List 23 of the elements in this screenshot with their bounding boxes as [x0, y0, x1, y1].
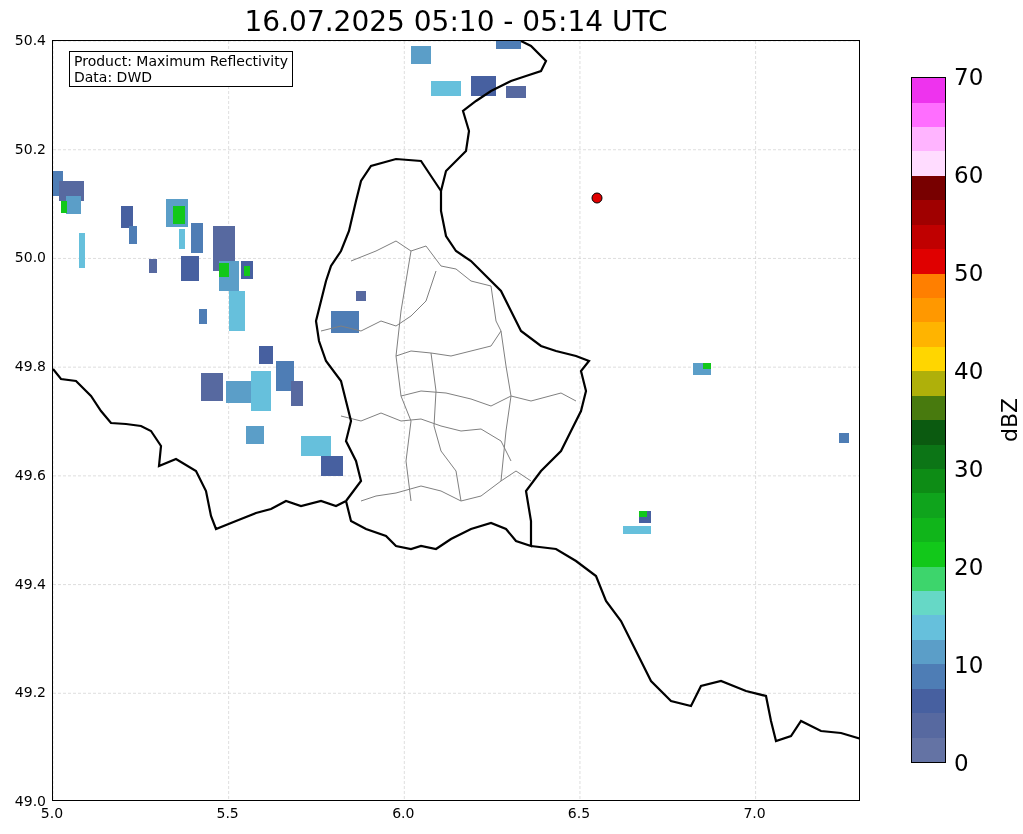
colorbar-tick-label: 10	[954, 652, 984, 678]
y-tick-label: 49.4	[14, 575, 46, 592]
colorbar-tick-label: 60	[954, 162, 984, 188]
colorbar-tick-label: 70	[954, 64, 984, 90]
x-tick-label: 6.5	[567, 805, 591, 821]
y-tick-label: 50.2	[14, 140, 46, 157]
colorbar-tick-label: 30	[954, 456, 984, 482]
y-tick-label: 49.2	[14, 684, 46, 701]
x-tick-label: 5.5	[216, 805, 239, 821]
info-text: Data: DWD	[74, 69, 153, 85]
y-tick-label: 49.8	[14, 358, 46, 375]
colorbar-tick-label: 50	[954, 260, 984, 286]
x-tick-label: 6.0	[392, 805, 415, 821]
y-tick-label: 50.0	[14, 249, 46, 266]
colorbar-tick-label: 40	[954, 358, 984, 384]
x-tick-label: 7.0	[743, 805, 766, 821]
colorbar-label: dBZ	[997, 397, 1023, 443]
y-tick-label: 49.6	[14, 466, 46, 483]
colorbar-tick-label: 20	[954, 554, 984, 580]
colorbar-tick-label: 0	[954, 750, 969, 776]
y-tick-label: 50.4	[14, 32, 46, 48]
info-text: Product: Maximum Reflectivity	[74, 53, 288, 69]
chart-title: 16.07.2025 05:10 - 05:14 UTC	[244, 4, 668, 40]
